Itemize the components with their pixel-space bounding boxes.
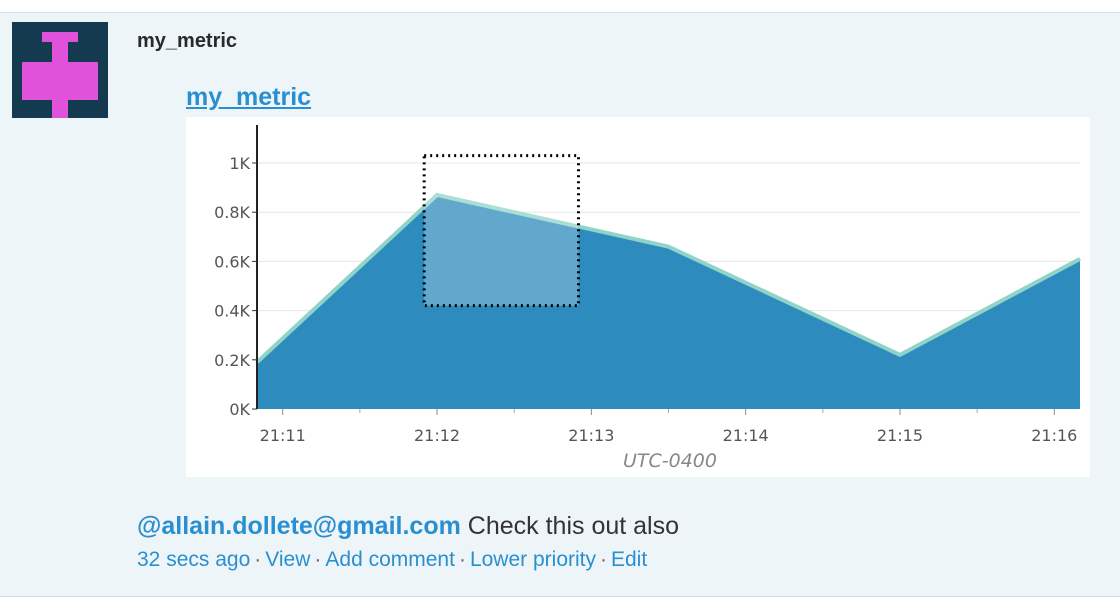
y-tick-label: 0.2K <box>214 351 250 370</box>
identicon-icon <box>22 32 98 118</box>
separator: · <box>458 548 466 571</box>
y-tick-label: 1K <box>229 154 250 173</box>
y-tick-label: 0.8K <box>214 203 250 222</box>
comment-text: Check this out also <box>467 512 679 540</box>
timestamp-link[interactable]: 32 secs ago <box>137 548 250 571</box>
separator: · <box>600 548 607 571</box>
metric-title-link[interactable]: my_metric <box>186 83 311 112</box>
area-chart[interactable]: 0K0.2K0.4K0.6K0.8K1K 21:11 21:12 21:13 21:1… <box>186 117 1090 477</box>
user-mention-link[interactable]: @allain.dollete@gmail.com <box>137 512 461 540</box>
y-tick-label: 0.6K <box>214 252 250 271</box>
series-area <box>257 194 1080 409</box>
x-tick-label: 21:13 <box>568 426 614 445</box>
x-tick-label: 21:14 <box>723 426 769 445</box>
metric-graph[interactable]: 0K 0.2K 0.4K 0.6K 0.8K 1K 21:11 21:12 21:13 21:1… <box>186 117 1090 477</box>
x-axis-label: UTC-0400 <box>623 450 717 472</box>
selection-box[interactable] <box>422 154 580 308</box>
x-tick-label: 21:15 <box>877 426 923 445</box>
y-tick-label: 0K <box>229 400 250 419</box>
separator: · <box>314 548 322 571</box>
edit-link[interactable]: Edit <box>611 548 647 571</box>
x-tick-label: 21:12 <box>414 426 460 445</box>
event-post: my_metric my_metric 0K 0.2K 0.4K 0.6K 0.8K 1K… <box>0 12 1120 597</box>
post-author: my_metric <box>137 30 238 52</box>
lower-priority-link[interactable]: Lower priority <box>470 548 596 571</box>
x-tick-label: 21:16 <box>1031 426 1077 445</box>
separator: · <box>254 548 262 571</box>
view-link[interactable]: View <box>265 548 310 571</box>
chart-area-layer <box>255 192 1081 409</box>
avatar <box>12 22 108 118</box>
y-axis-ticks: 0K 0.2K 0.4K 0.6K 0.8K 1K <box>214 154 257 419</box>
x-axis-ticks: 21:11 21:12 21:13 21:14 21:15 21:16 <box>260 409 1077 445</box>
comment: @allain.dollete@gmail.com Check this out… <box>137 512 679 541</box>
add-comment-link[interactable]: Add comment <box>325 548 455 571</box>
x-tick-label: 21:11 <box>260 426 306 445</box>
y-tick-label: 0.4K <box>214 302 250 321</box>
post-meta: 32 secs ago · View · Add comment · Lower prior… <box>137 548 647 572</box>
